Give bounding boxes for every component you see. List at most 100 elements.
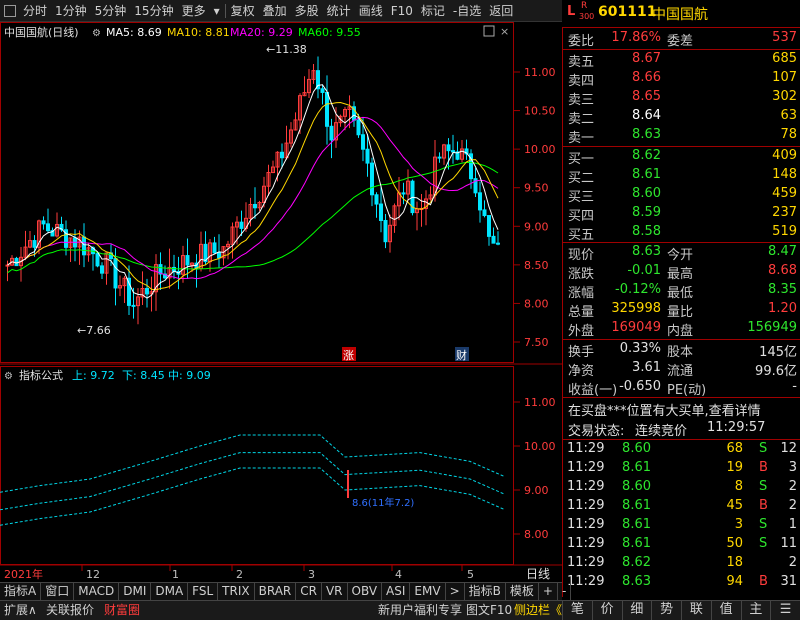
tab-15min[interactable]: 15分钟 [130, 0, 177, 22]
indicator-tab[interactable]: FSL [188, 583, 219, 600]
f10-graphic-button[interactable]: 图文F10 [466, 601, 512, 620]
quote-tab[interactable]: 细 [621, 600, 652, 620]
buy-volume: 148 [772, 167, 797, 182]
kline-chart[interactable]: 中国国航(日线) ⚙ MA5: 8.69 MA10: 8.81 MA20: 9.… [0, 22, 562, 597]
tick-time: 11:29 [567, 479, 605, 494]
y-tick-label: 10.00 [524, 143, 556, 156]
indicator-tab[interactable]: VR [322, 583, 348, 600]
sidebar-toggle[interactable]: 侧边栏《 [514, 601, 562, 620]
indicator-tab[interactable]: CR [296, 583, 322, 600]
tick-row: 11:29 8.61 45 B 2 [563, 498, 800, 517]
indicator-tab[interactable]: 指标A [0, 583, 42, 600]
overlay-button[interactable]: 叠加 [259, 0, 291, 22]
indicator-tab[interactable]: DMA [151, 583, 189, 600]
indicator-tab[interactable]: > [446, 583, 465, 600]
sell-label: 卖三 [568, 93, 595, 108]
quote-tab[interactable]: 主 [740, 600, 771, 620]
tick-row: 11:29 8.61 3 S 1 [563, 517, 800, 536]
y-tick-label: 8.00 [524, 297, 549, 310]
sell-price: 8.63 [632, 127, 661, 142]
chevron-down-icon[interactable]: ▾ [210, 0, 224, 22]
tick-side: B [759, 460, 768, 475]
indicator-tab[interactable]: DMI [119, 583, 152, 600]
trade-status-row: 交易状态: 连续竞价 11:29:57 [563, 420, 800, 439]
candle-body [14, 257, 19, 267]
trade-time: 11:29:57 [707, 420, 766, 435]
indicator-title[interactable]: 指标公式 [19, 368, 63, 382]
stock-name[interactable]: 中国国航 [652, 4, 708, 24]
tab-1min[interactable]: 1分钟 [51, 0, 91, 22]
indicator-tab[interactable]: 指标B [465, 583, 506, 600]
notice-row[interactable]: 在买盘***位置有大买单,查看详情 [563, 400, 800, 419]
indicator-lower: 下: 8.45 [122, 369, 165, 382]
x-label-mar: 3 [308, 568, 315, 581]
remove-watchlist-button[interactable]: -自选 [449, 0, 485, 22]
buy-volume: 459 [772, 186, 797, 201]
indicator-upper: 上: 9.72 [72, 369, 115, 382]
tab-intraday[interactable]: 分时 [19, 0, 51, 22]
expand-button[interactable]: 扩展∧ [4, 601, 37, 620]
indicator-tabs: 指标A 窗口 MACD DMI DMA FSL TRIX BRAR CR VR OBV ASI EMV >… [0, 582, 572, 600]
settings-icon[interactable]: ⚙ [92, 28, 101, 39]
indicator-tab[interactable]: BRAR [255, 583, 297, 600]
wealth-circle-tab[interactable]: 财富圈 [104, 601, 140, 620]
quote-tab[interactable]: 笔 [562, 600, 592, 620]
sell-label: 卖四 [568, 74, 595, 89]
buy-label: 买三 [568, 190, 595, 205]
max-annotation: ←11.38 [266, 43, 307, 56]
quote-tab[interactable]: 势 [651, 600, 681, 620]
tab-5min[interactable]: 5分钟 [91, 0, 131, 22]
quote-tab[interactable]: 价 [591, 600, 622, 620]
candle-body [82, 236, 86, 256]
indicator-settings-icon[interactable]: ⚙ [4, 371, 13, 382]
indicator-tab[interactable]: TRIX [218, 583, 255, 600]
stats-button[interactable]: 统计 [323, 0, 355, 22]
indicator-tab[interactable]: EMV [410, 583, 446, 600]
candle-body [131, 304, 136, 307]
close-icon[interactable]: × [500, 25, 509, 38]
related-quotes-tab[interactable]: 关联报价 [46, 601, 94, 620]
buy-row: 买三 8.60 459 [563, 186, 800, 205]
quote-tab[interactable]: 值 [710, 600, 741, 620]
stat-row: 涨幅 -0.12% 最低 8.35 [563, 282, 800, 301]
adjust-button[interactable]: 复权 [227, 0, 259, 22]
indicator-tab[interactable]: ASI [382, 583, 411, 600]
divider [224, 3, 226, 18]
buy-price: 8.58 [632, 224, 661, 239]
indicator-tab[interactable]: 窗口 [41, 583, 75, 600]
indicator-tab[interactable]: MACD [74, 583, 120, 600]
period-daily-label[interactable]: 日线 [526, 567, 550, 581]
stat-value: 8.35 [768, 282, 797, 297]
new-user-link[interactable]: 新用户福利专享 [378, 601, 462, 620]
tick-time: 11:29 [567, 441, 605, 456]
more-dropdown[interactable]: 更多 [178, 0, 210, 22]
stock-code[interactable]: 601111 [598, 4, 656, 20]
quote-tab[interactable]: 联 [681, 600, 711, 620]
r-badge: R [581, 1, 588, 11]
tick-side: S [759, 479, 768, 494]
f10-button[interactable]: F10 [387, 0, 417, 22]
mark-button[interactable]: 标记 [417, 0, 449, 22]
lock-icon[interactable] [4, 4, 16, 17]
indicator-tab[interactable]: OBV [348, 583, 383, 600]
x-label-jan: 1 [172, 568, 179, 581]
indicator-tab[interactable]: - [558, 583, 572, 600]
indicator-tab[interactable]: 模板 [506, 583, 539, 600]
notice-text[interactable]: 在买盘***位置有大买单,查看详情 [568, 400, 761, 419]
maximize-icon[interactable] [483, 25, 495, 37]
tick-volume: 8 [734, 479, 743, 494]
tick-count: 2 [788, 479, 797, 494]
quote-tab[interactable]: ☰ [770, 600, 800, 620]
y-tick-label: 11.00 [524, 66, 556, 79]
tick-volume: 45 [726, 498, 743, 513]
x-ticks [81, 565, 463, 571]
draw-line-button[interactable]: 画线 [355, 0, 387, 22]
stat-label: 最低 [667, 286, 694, 301]
tick-volume: 18 [726, 555, 743, 570]
indicator-tab[interactable]: + [539, 583, 558, 600]
sell-row: 卖五 8.67 685 [563, 51, 800, 70]
multi-stock-button[interactable]: 多股 [291, 0, 323, 22]
back-button[interactable]: 返回 [485, 0, 517, 22]
y-tick-label: 8.50 [524, 259, 549, 272]
weicha-value: 537 [772, 30, 797, 45]
